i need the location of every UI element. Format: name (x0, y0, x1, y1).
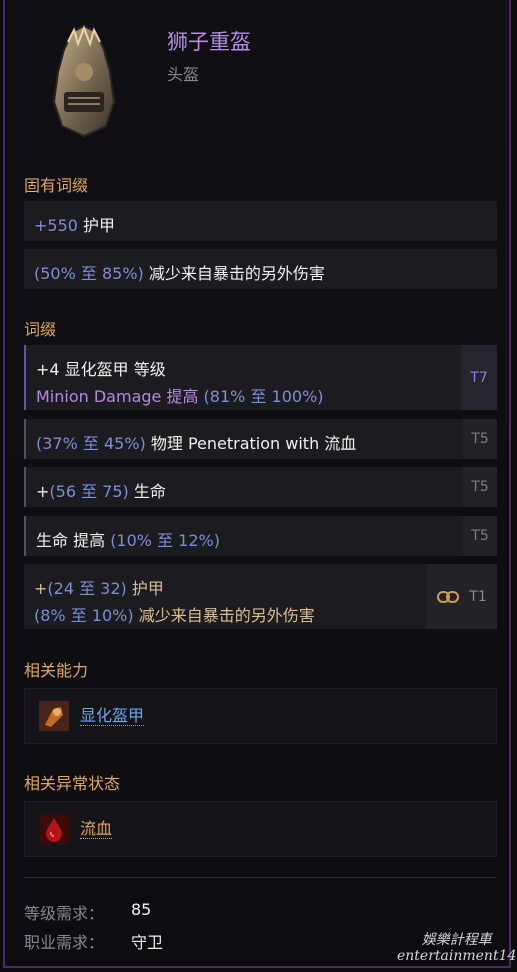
tier-badge-t5: T5 (463, 467, 497, 507)
life-percent-range: (10% 至 12%) (110, 531, 220, 550)
related-ability-card[interactable]: 显化盔甲 (24, 688, 497, 744)
life-prefix: + (36, 482, 50, 501)
related-ability-link[interactable]: 显化盔甲 (80, 706, 145, 726)
affix-row-t7[interactable]: +4 显化盔甲 等级 Minion Damage 提高 (81% 至 100%)… (24, 345, 497, 410)
section-affix-title: 词缀 (24, 320, 57, 339)
item-type: 头盔 (167, 65, 200, 84)
armor-label: 护甲 (77, 216, 116, 235)
affix-row-life-percent[interactable]: 生命 提高 (10% 至 12%) T5 (24, 516, 497, 556)
life-percent-label: 生命 提高 (36, 531, 111, 550)
life-range: (56 至 75) (49, 482, 129, 501)
watermark-line1: 娛樂計程車 (421, 932, 492, 948)
bleed-icon (39, 814, 69, 844)
sealed-crit-range: (8% 至 10%) (34, 606, 134, 625)
affix-row-sealed-t1[interactable]: +(24 至 32) 护甲 (8% 至 10%) 减少来自暴击的另外伤害 T1 (24, 564, 497, 629)
life-label: 生命 (128, 482, 166, 501)
sealed-prefix: + (34, 579, 48, 598)
tier-badge-t1: T1 (427, 564, 497, 629)
affix-row-penetration[interactable]: (37% 至 45%) 物理 Penetration with 流血 T5 (24, 419, 497, 459)
related-ailment-card[interactable]: 流血 (24, 801, 497, 857)
crit-reduction-label: 减少来自暴击的另外伤害 (143, 264, 325, 283)
penetration-range: (37% 至 45%) (36, 434, 146, 453)
tier-badge-t5: T5 (463, 516, 497, 556)
lion-helmet-icon (52, 24, 116, 138)
tier-badge-t5: T5 (463, 419, 497, 459)
affix-t7-line2-range: (81% 至 100%) (203, 387, 324, 406)
watermark-line2: entertainment14 (397, 948, 517, 964)
sealed-armor-label: 护甲 (126, 579, 164, 598)
section-implicit-title: 固有词缀 (24, 176, 89, 195)
req-class-label: 职业需求： (24, 933, 105, 952)
section-related-ability-title: 相关能力 (24, 661, 89, 680)
manifest-armor-icon (39, 701, 69, 731)
watermark: 娛樂計程車 entertainment14 (397, 932, 516, 964)
crit-reduction-range: (50% 至 85%) (34, 264, 144, 283)
req-class-value: 守卫 (131, 933, 164, 952)
tier-t1-label: T1 (469, 588, 487, 605)
sealed-crit-label: 减少来自暴击的另外伤害 (133, 606, 315, 625)
divider (24, 877, 497, 878)
req-level-value: 85 (131, 900, 152, 919)
related-ailment-link[interactable]: 流血 (80, 819, 113, 839)
section-related-ailment-title: 相关异常状态 (24, 774, 121, 793)
affix-t7-line2-label: Minion Damage 提高 (36, 387, 204, 406)
affix-t7-line1: +4 显化盔甲 等级 (36, 360, 166, 379)
item-name: 狮子重盔 (167, 30, 251, 54)
penetration-label: 物理 Penetration with 流血 (145, 434, 357, 453)
affix-row-life-flat[interactable]: +(56 至 75) 生命 T5 (24, 467, 497, 507)
implicit-row-armor: +550 护甲 (24, 201, 497, 241)
armor-value: +550 (34, 216, 78, 235)
req-level-label: 等级需求： (24, 904, 105, 923)
link-icon (437, 590, 460, 603)
tier-badge-t7: T7 (461, 345, 497, 410)
implicit-row-crit-reduction: (50% 至 85%) 减少来自暴击的另外伤害 (24, 249, 497, 289)
sealed-armor-range: (24 至 32) (47, 579, 127, 598)
